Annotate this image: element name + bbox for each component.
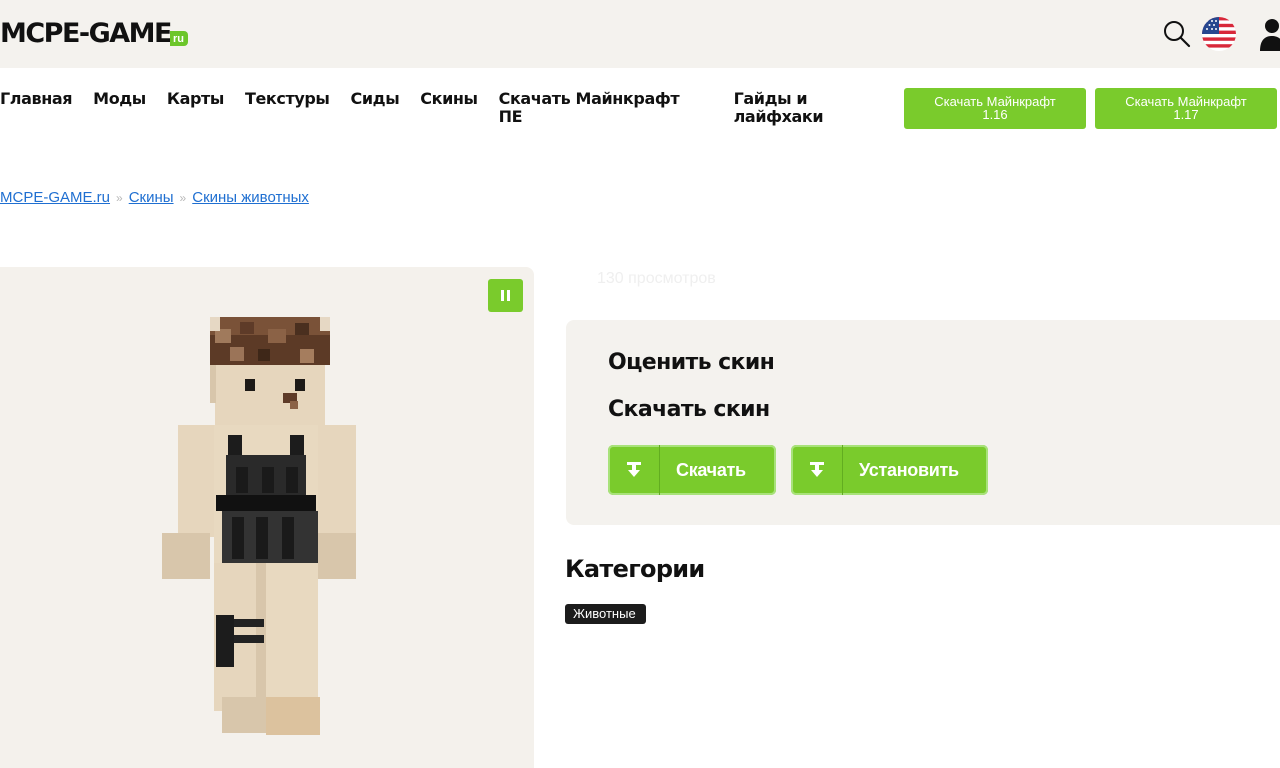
pause-animation-button[interactable] [488,279,523,312]
logo-text: MCPE-GAME [0,18,173,49]
download-minecraft-116-button[interactable]: Скачать Майнкрафт 1.16 [904,88,1086,129]
install-button-label: Установить [859,459,959,480]
install-skin-button[interactable]: Установить [791,445,988,495]
nav-item-maps[interactable]: Карты [167,90,224,108]
breadcrumb-separator: » [179,190,187,205]
download-button-version: 1.16 [982,107,1008,122]
download-skin-title: Скачать скин [608,397,770,422]
breadcrumb-animal-skins[interactable]: Скины животных [192,189,309,206]
download-skin-button[interactable]: Скачать [608,445,776,495]
skin-actions-card: Оценить скин Скачать скин Скачать Устано… [566,320,1280,525]
download-button-label: Скачать [676,459,746,480]
categories-title: Категории [565,555,705,583]
breadcrumb-separator: » [116,190,123,205]
site-logo[interactable]: MCPE-GAME ru [0,18,188,50]
download-button-version: 1.17 [1173,107,1199,122]
user-account-icon[interactable] [1258,17,1280,51]
skin-3d-model[interactable] [0,267,534,768]
breadcrumb-home[interactable]: MCPE-GAME.ru [0,189,110,206]
nav-item-home[interactable]: Главная [0,90,73,108]
nav-item-download-pe[interactable]: Скачать Майнкрафт ПЕ [499,90,695,126]
download-icon [608,445,660,495]
views-counter: 130 просмотров [597,270,716,287]
nav-item-seeds[interactable]: Сиды [351,90,400,108]
download-minecraft-117-button[interactable]: Скачать Майнкрафт 1.17 [1095,88,1277,129]
pause-icon-bar [507,290,510,301]
pause-icon-bar [501,290,504,301]
site-header: MCPE-GAME ru [0,0,1280,68]
breadcrumb: MCPE-GAME.ru » Скины » Скины животных [0,189,309,206]
main-nav: Главная Моды Карты Текстуры Сиды Скины С… [0,90,875,126]
nav-item-skins[interactable]: Скины [420,90,478,108]
nav-item-guides[interactable]: Гайды и лайфхаки [734,90,854,126]
breadcrumb-skins[interactable]: Скины [129,189,174,206]
us-flag-language-icon[interactable] [1202,17,1236,51]
nav-item-textures[interactable]: Текстуры [245,90,330,108]
rate-skin-title: Оценить скин [608,350,775,375]
skin-preview-panel [0,267,534,768]
category-tag-animals[interactable]: Животные [565,604,646,624]
header-actions [1162,16,1280,52]
search-icon[interactable] [1162,19,1192,49]
install-icon [791,445,843,495]
logo-domain-badge: ru [170,31,188,46]
nav-item-mods[interactable]: Моды [93,90,146,108]
